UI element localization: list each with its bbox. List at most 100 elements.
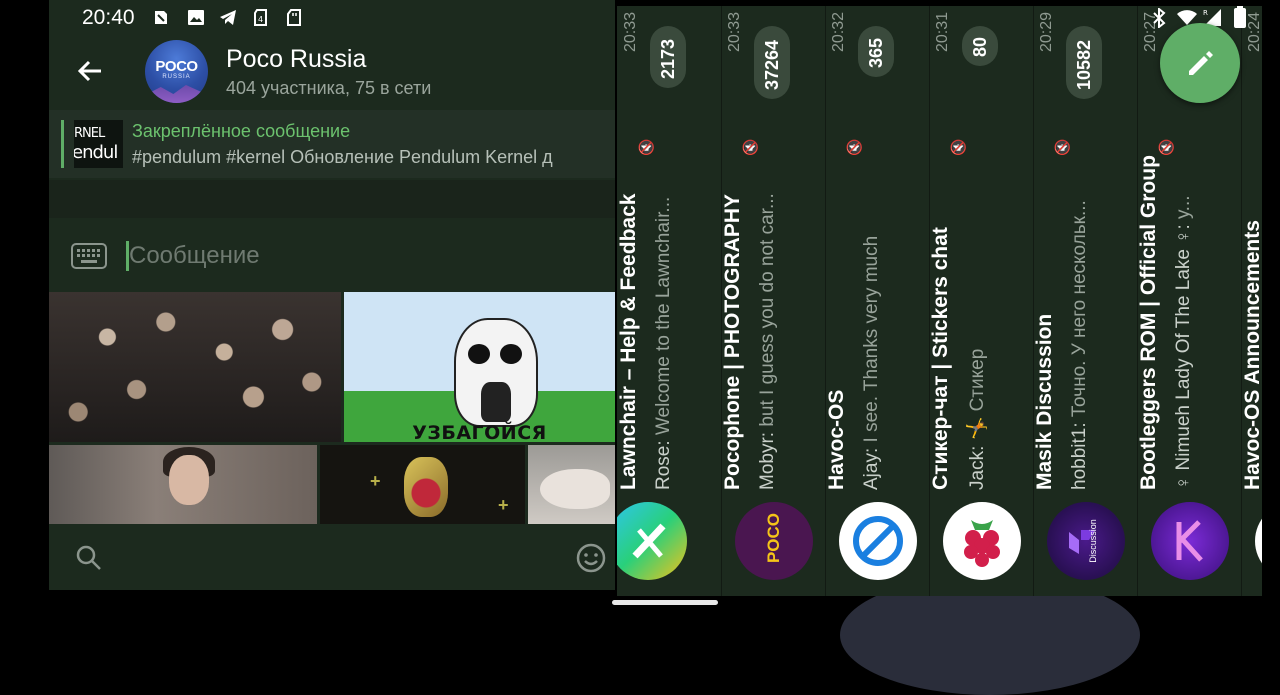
chat-name: Bootleggers ROM | Official Group <box>1137 155 1160 490</box>
preview-text: 🤸 Стикер <box>967 348 988 441</box>
muted-icon: 🔇 <box>742 138 758 156</box>
preview-sender: ♀ Nimueh Lady Of The Lake ♀: <box>1173 224 1194 490</box>
preview-text: I see. Thanks very much <box>861 235 882 443</box>
message-area <box>49 180 615 218</box>
avatar-mountains <box>145 85 208 103</box>
preview-text: у... <box>1173 195 1194 219</box>
unread-count: 37264 <box>762 39 782 90</box>
avatar-label: POCO <box>764 512 783 564</box>
chat-time: 20:33 <box>622 11 639 52</box>
sparkle-icon: + <box>498 495 509 515</box>
gif-panel: УЗБАГОЙСЯ + + <box>49 292 615 524</box>
gesture-nav-bar[interactable] <box>612 600 718 605</box>
raspberry-sticker-avatar[interactable] <box>943 502 1021 580</box>
chat-pane: 20:40 4 POCO RUSSIA Poco Russia 404 учас… <box>49 0 615 590</box>
chat-preview: Ajay: I see. Thanks very much <box>861 236 883 490</box>
chat-time: 20:31 <box>934 11 951 52</box>
status-bar: 20:40 4 <box>49 0 615 36</box>
chat-name: Pocophone | PHOTOGRAPHY <box>721 193 744 490</box>
notification-icon <box>155 11 167 24</box>
chat-name: Стикер-чат | Stickers chat <box>929 227 952 490</box>
gif-pig[interactable] <box>528 445 615 524</box>
muted-icon: 🔇 <box>1054 138 1070 156</box>
pinned-accent-bar <box>61 120 64 168</box>
chat-list-item[interactable]: 20:31 80 🔇 Стикер-чат | Stickers chat Jack: … <box>929 6 1034 596</box>
keyboard-icon[interactable] <box>71 243 107 269</box>
chat-name: Havoc-OS <box>825 389 848 490</box>
chat-list-item[interactable]: 20:33 37264 🔇 Pocophone | PHOTOGRAPHY Mobyr:… <box>721 6 826 596</box>
sparkle-icon: + <box>370 471 381 491</box>
gif-lemur[interactable]: УЗБАГОЙСЯ <box>344 292 615 442</box>
jester-figure <box>404 457 448 517</box>
emoji-icon[interactable] <box>575 542 607 574</box>
sd-card-icon <box>287 9 301 26</box>
gif-man[interactable] <box>49 445 317 524</box>
havoc-os-avatar[interactable] <box>839 502 917 580</box>
chat-list-item[interactable]: 20:29 10582 🔇 Masik Discussion hobbit1: Точн… <box>1033 6 1138 596</box>
lemur-hand <box>481 382 511 422</box>
message-input[interactable] <box>129 242 589 270</box>
pinned-text: #pendulum #kernel Обновление Pendulum Ke… <box>132 147 553 167</box>
preview-sender: Ajay: <box>861 447 882 490</box>
chat-preview: ♀ Nimueh Lady Of The Lake ♀: у... <box>1173 196 1195 491</box>
battery-icon <box>1234 6 1246 28</box>
thumb-text-1: RNEL <box>74 126 105 141</box>
preview-sender: hobbit1: <box>1069 422 1090 490</box>
unread-badge: 365 <box>858 26 894 77</box>
preview-sender: Rose: <box>653 440 674 490</box>
bootleggers-logo-icon <box>1176 520 1203 562</box>
svg-text:R: R <box>1203 9 1208 17</box>
unread-badge: 2173 <box>650 26 686 88</box>
lemur-eye-right <box>500 344 522 364</box>
bootleggers-avatar[interactable] <box>1151 502 1229 580</box>
avatar-subtext: RUSSIA <box>162 74 191 80</box>
chat-avatar[interactable]: POCO RUSSIA <box>145 40 208 103</box>
chat-subtitle: 404 участника, 75 в сети <box>226 78 432 98</box>
avatar-label: Discussion <box>1087 519 1098 563</box>
pig-figure <box>540 469 610 509</box>
chat-time: 20:33 <box>726 11 743 52</box>
image-icon <box>188 10 204 25</box>
muted-icon: 🔇 <box>1158 138 1174 156</box>
chat-list-item[interactable]: 20:32 365 🔇 Havoc-OS Ajay: I see. Thanks ver… <box>825 6 930 596</box>
search-icon[interactable] <box>75 544 103 572</box>
pencil-icon <box>1189 51 1213 75</box>
gif-search-bar <box>49 524 615 590</box>
preview-text: but I guess you do not car... <box>757 193 778 427</box>
pinned-title: Закреплённое сообщение <box>132 121 351 141</box>
chat-time: 20:29 <box>1038 11 1055 52</box>
back-arrow-icon[interactable] <box>75 56 105 86</box>
lawnchair-logo-icon <box>632 523 666 559</box>
pinned-thumbnail: RNEL endul <box>74 120 123 168</box>
preview-sender: Mobyr: <box>757 431 778 490</box>
lawnchair-avatar[interactable] <box>617 502 687 580</box>
avatar-text: POCO <box>155 58 198 75</box>
chat-preview: Jack: 🤸 Стикер <box>965 349 989 490</box>
gif-caption: УЗБАГОЙСЯ <box>412 422 547 442</box>
gif-crowd[interactable] <box>49 292 341 442</box>
havoc-announcements-avatar[interactable] <box>1255 502 1262 580</box>
chat-list-item[interactable]: 20:33 2173 🔇 Lawnchair – Help & Feedback Ros… <box>617 6 722 596</box>
chat-header: POCO RUSSIA Poco Russia 404 участника, 7… <box>49 36 615 108</box>
new-message-button[interactable] <box>1160 23 1240 103</box>
chat-name: Lawnchair – Help & Feedback <box>617 193 640 490</box>
gif-jester[interactable]: + + <box>320 445 525 524</box>
pinned-message[interactable]: RNEL endul Закреплённое сообщение #pendu… <box>49 110 615 178</box>
clock: 20:40 <box>82 6 135 29</box>
chat-preview: Rose: Welcome to the Lawnchair... <box>653 197 675 490</box>
chat-list-item[interactable]: 20:24🔇Havoc-OS Announcements <box>1241 6 1262 596</box>
chat-name: Havoc-OS Announcements <box>1241 220 1262 490</box>
raspberry-icon <box>964 520 1000 567</box>
preview-text: Welcome to the Lawnchair... <box>653 196 674 436</box>
masik-discussion-avatar[interactable]: Discussion <box>1047 502 1125 580</box>
unread-count: 10582 <box>1074 39 1094 90</box>
thumb-text-2: endul <box>74 142 118 163</box>
chat-title[interactable]: Poco Russia <box>226 45 366 74</box>
poco-photography-avatar[interactable]: POCO <box>735 502 813 580</box>
lemur-eye-left <box>468 344 490 364</box>
unread-badge: 37264 <box>754 26 790 99</box>
havoc-logo-icon <box>853 516 903 566</box>
unread-count: 80 <box>970 36 990 57</box>
muted-icon: 🔇 <box>950 138 966 156</box>
preview-text: Точно. У него нескольк... <box>1069 200 1090 418</box>
